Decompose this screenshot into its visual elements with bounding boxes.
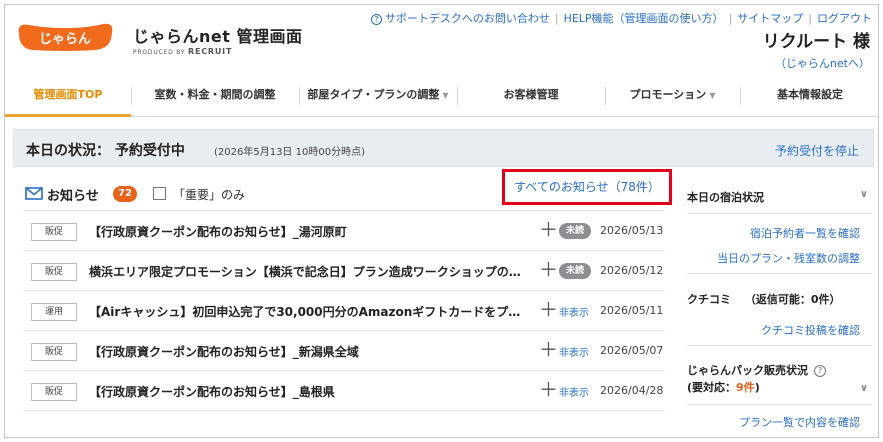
notice-title[interactable]: 横浜エリア限定プロモーション【横浜で記念日】プラン造成ワークショップの…	[89, 263, 535, 280]
logout-link[interactable]: ログアウト	[817, 12, 872, 25]
user-name: リクルート 様	[762, 32, 870, 52]
admin-window: じゃらん じゃらんnet 管理画面 PRODUCED BY RECRUIT ? サ…	[4, 4, 879, 438]
nav-customers-label: お客様管理	[503, 88, 559, 101]
notice-date: 2026/05/11	[600, 304, 664, 317]
notice-title[interactable]: 【Airキャッシュ】初回申込完了で30,000円分のAmazonギフトカードをプ…	[89, 303, 535, 320]
notice-date: 2026/05/13	[600, 224, 664, 237]
mail-icon	[25, 187, 43, 203]
hidden-status-link[interactable]: 非表示	[559, 384, 589, 399]
unread-badge: 未読	[559, 263, 592, 279]
pack-suffix: )	[754, 381, 760, 394]
question-icon: ?	[370, 14, 382, 25]
main-nav: 管理画面TOP 室数・料金・期間の調整 部屋タイプ・プランの調整 ▼ お客様管理 …	[5, 75, 878, 117]
nav-promotion-label: プロモーション	[629, 88, 707, 101]
notice-date: 2026/04/28	[600, 384, 664, 397]
status-timestamp: (2026年5月13日 10時00分時点)	[214, 147, 365, 158]
important-only-label[interactable]: 「重要」のみ	[173, 186, 245, 203]
category-tag: 運用	[31, 303, 77, 321]
chevron-down-icon[interactable]: ∨	[860, 189, 868, 200]
status-title: 本日の状況： 予約受付中	[26, 143, 185, 159]
notice-row[interactable]: 販促 【行政原資クーポン配布のお知らせ】_島根県 ＋ 非表示 2026/04/2…	[23, 371, 665, 411]
status-bar: 本日の状況： 予約受付中 (2026年5月13日 10時00分時点) 予約受付を…	[13, 129, 874, 167]
plus-icon[interactable]: ＋	[539, 339, 558, 361]
pack-sales-title: じゃらんパック販売状況	[687, 364, 808, 377]
lodging-status-title: 本日の宿泊状況	[687, 191, 764, 204]
nav-promotion[interactable]: プロモーション ▼	[605, 75, 740, 117]
pack-sales-header[interactable]: じゃらんパック販売状況? (要対応：9件) ∨	[687, 362, 872, 396]
kuchikomi-header: クチコミ （返信可能：0件）	[687, 291, 872, 307]
nav-top-label: 管理画面TOP	[33, 88, 103, 101]
help-link[interactable]: HELP機能（管理画面の使い方）	[564, 12, 724, 25]
chevron-down-icon[interactable]: ∨	[860, 380, 868, 397]
help-icon[interactable]: ?	[814, 365, 826, 377]
lodging-status-header[interactable]: 本日の宿泊状況 ∨	[687, 189, 872, 205]
notice-row[interactable]: 販促 【行政原資クーポン配布のお知らせ】_新潟県全域 ＋ 非表示 2026/05…	[23, 331, 665, 371]
stop-reservations-link[interactable]: 予約受付を停止	[775, 142, 859, 159]
important-only-checkbox[interactable]	[153, 187, 166, 200]
category-tag: 販促	[31, 223, 77, 241]
sitemap-link[interactable]: サイトマップ	[737, 12, 803, 25]
jalan-net-link[interactable]: （じゃらんnetへ）	[775, 55, 870, 71]
divider	[687, 213, 872, 214]
hidden-status-link[interactable]: 非表示	[559, 344, 589, 359]
adjust-plan-link[interactable]: 当日のプラン・残室数の調整	[717, 250, 860, 266]
link-separator: |	[728, 12, 733, 25]
notices-panel: お知らせ 72 「重要」のみ すべてのお知らせ（78件） 販促 【行政原資クーポ…	[23, 169, 672, 411]
nav-rooms-rates[interactable]: 室数・料金・期間の調整	[131, 75, 299, 117]
notice-title[interactable]: 【行政原資クーポン配布のお知らせ】_新潟県全域	[89, 343, 535, 360]
pack-action-count: 9件	[736, 381, 755, 394]
kuchikomi-title: クチコミ	[687, 293, 731, 306]
link-separator: |	[808, 12, 812, 25]
recruit-logo: RECRUIT	[188, 47, 233, 56]
plus-icon[interactable]: ＋	[539, 259, 558, 281]
unread-badge: 未読	[559, 223, 592, 239]
guest-list-link[interactable]: 宿泊予約者一覧を確認	[750, 225, 860, 241]
notices-header: お知らせ 72 「重要」のみ すべてのお知らせ（78件）	[23, 169, 672, 211]
nav-basic-settings-label: 基本情報設定	[777, 88, 843, 101]
nav-rooms-rates-label: 室数・料金・期間の調整	[154, 88, 276, 101]
category-tag: 販促	[31, 383, 77, 401]
chevron-down-icon: ▼	[442, 91, 449, 100]
notices-title: お知らせ	[47, 189, 99, 204]
notices-count-badge: 72	[113, 186, 137, 202]
nav-room-plan-label: 部屋タイプ・プランの調整	[307, 88, 440, 101]
plus-icon[interactable]: ＋	[539, 219, 558, 241]
hidden-status-link[interactable]: 非表示	[559, 304, 589, 319]
notice-row[interactable]: 販促 【行政原資クーポン配布のお知らせ】_湯河原町 ＋ 未読 2026/05/1…	[23, 211, 665, 251]
produced-by: PRODUCED BY RECRUIT	[133, 47, 232, 56]
notice-row[interactable]: 販促 横浜エリア限定プロモーション【横浜で記念日】プラン造成ワークショップの… …	[23, 251, 665, 291]
notice-title[interactable]: 【行政原資クーポン配布のお知らせ】_島根県	[89, 383, 535, 400]
nav-basic-settings[interactable]: 基本情報設定	[740, 75, 878, 117]
divider	[687, 345, 872, 346]
divider	[687, 404, 872, 405]
nav-room-plan[interactable]: 部屋タイプ・プランの調整 ▼	[299, 75, 457, 117]
plan-list-link[interactable]: プラン一覧で内容を確認	[739, 414, 860, 430]
notice-row[interactable]: 運用 【Airキャッシュ】初回申込完了で30,000円分のAmazonギフトカー…	[23, 291, 665, 331]
link-separator: |	[554, 12, 559, 25]
category-tag: 販促	[31, 263, 77, 281]
nav-customers[interactable]: お客様管理	[457, 75, 605, 117]
site-title: じゃらんnet 管理画面	[133, 27, 303, 46]
pack-prefix: (要対応：	[687, 381, 737, 394]
plus-icon[interactable]: ＋	[539, 299, 558, 321]
jalan-logo[interactable]: じゃらん	[15, 19, 115, 55]
top-links: ? サポートデスクへのお問い合わせ | HELP機能（管理画面の使い方） | サイトマップ…	[370, 10, 872, 26]
chevron-down-icon: ▼	[709, 91, 716, 100]
logo-text: じゃらん	[39, 32, 91, 47]
notice-date: 2026/05/07	[600, 344, 664, 357]
notice-date: 2026/05/12	[600, 264, 664, 277]
notice-title[interactable]: 【行政原資クーポン配布のお知らせ】_湯河原町	[89, 223, 535, 240]
produced-by-label: PRODUCED BY	[133, 49, 186, 56]
plus-icon[interactable]: ＋	[539, 379, 558, 401]
divider	[687, 273, 872, 274]
kuchikomi-link[interactable]: クチコミ投稿を確認	[761, 322, 860, 338]
kuchikomi-reply-count: （返信可能：0件）	[744, 293, 841, 306]
support-desk-link[interactable]: サポートデスクへのお問い合わせ	[385, 12, 550, 25]
all-notices-link[interactable]: すべてのお知らせ（78件）	[502, 169, 672, 205]
nav-top[interactable]: 管理画面TOP	[5, 75, 131, 117]
category-tag: 販促	[31, 343, 77, 361]
